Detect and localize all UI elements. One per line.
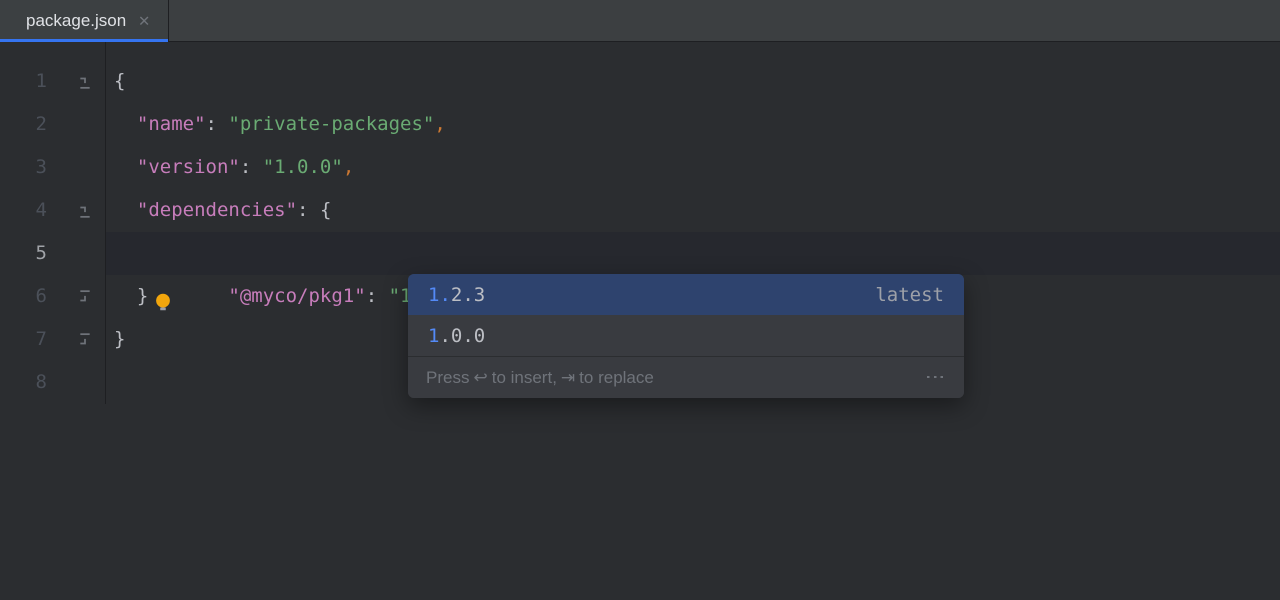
token-key: "name" — [137, 113, 206, 135]
token-colon: : — [240, 156, 263, 178]
completion-hint: latest — [875, 284, 944, 306]
gutter-line-3: 3 — [0, 146, 105, 189]
fold-marker-icon[interactable] — [77, 203, 93, 219]
token-comma: , — [343, 156, 354, 178]
token-comma: , — [434, 113, 445, 135]
gutter-line-1: 1 — [0, 60, 105, 103]
token-colon: : — [206, 113, 229, 135]
completion-rest: .0.0 — [439, 325, 485, 347]
footer-text-mid: to insert, — [492, 368, 557, 388]
completion-item[interactable]: 1.0.0 — [408, 315, 964, 356]
completion-popup: 1.2.3 latest 1.0.0 Press ↩ to insert, ⇥ … — [408, 274, 964, 398]
completion-footer: Press ↩ to insert, ⇥ to replace ⋮ — [408, 356, 964, 398]
token-brace: { — [114, 70, 125, 92]
more-icon[interactable]: ⋮ — [926, 367, 946, 388]
completion-rest: 2.3 — [451, 284, 485, 306]
code-line: { — [106, 60, 1280, 103]
lightbulb-icon[interactable] — [60, 243, 82, 265]
tab-filename: package.json — [26, 11, 126, 31]
code-line: "name": "private-packages", — [106, 103, 1280, 146]
code-line: "version": "1.0.0", — [106, 146, 1280, 189]
tab-icon: ⇥ — [561, 368, 575, 388]
completion-text: 1.2.3 — [428, 284, 485, 306]
token-brace: } — [114, 328, 125, 350]
enter-icon: ↩ — [473, 368, 487, 388]
token-string: "private-packages" — [228, 113, 434, 135]
token-brace: { — [320, 199, 331, 221]
footer-text-pre: Press — [426, 368, 469, 388]
code-line-current: "@myco/pkg1": "1." — [106, 232, 1280, 275]
tab-package-json[interactable]: {} package.json ✕ — [0, 0, 169, 41]
completion-match: 1 — [428, 325, 439, 347]
completion-match: 1. — [428, 284, 451, 306]
gutter-line-8: 8 — [0, 361, 105, 404]
completion-text: 1.0.0 — [428, 325, 485, 347]
editor: 1 2 3 4 5 6 7 8 { "name": "private-packa… — [0, 42, 1280, 404]
gutter-line-2: 2 — [0, 103, 105, 146]
token-string: "1.0.0" — [263, 156, 343, 178]
tab-bar: {} package.json ✕ — [0, 0, 1280, 42]
code-line: "dependencies": { — [106, 189, 1280, 232]
gutter-line-5: 5 — [0, 232, 105, 275]
fold-marker-icon[interactable] — [77, 74, 93, 90]
gutter-line-4: 4 — [0, 189, 105, 232]
token-key: "version" — [137, 156, 240, 178]
token-colon: : — [297, 199, 320, 221]
completion-footer-text: Press ↩ to insert, ⇥ to replace — [426, 368, 654, 388]
footer-text-post: to replace — [579, 368, 654, 388]
token-brace: } — [137, 285, 148, 307]
token-key: "dependencies" — [137, 199, 297, 221]
close-icon[interactable]: ✕ — [136, 13, 152, 29]
completion-item[interactable]: 1.2.3 latest — [408, 274, 964, 315]
